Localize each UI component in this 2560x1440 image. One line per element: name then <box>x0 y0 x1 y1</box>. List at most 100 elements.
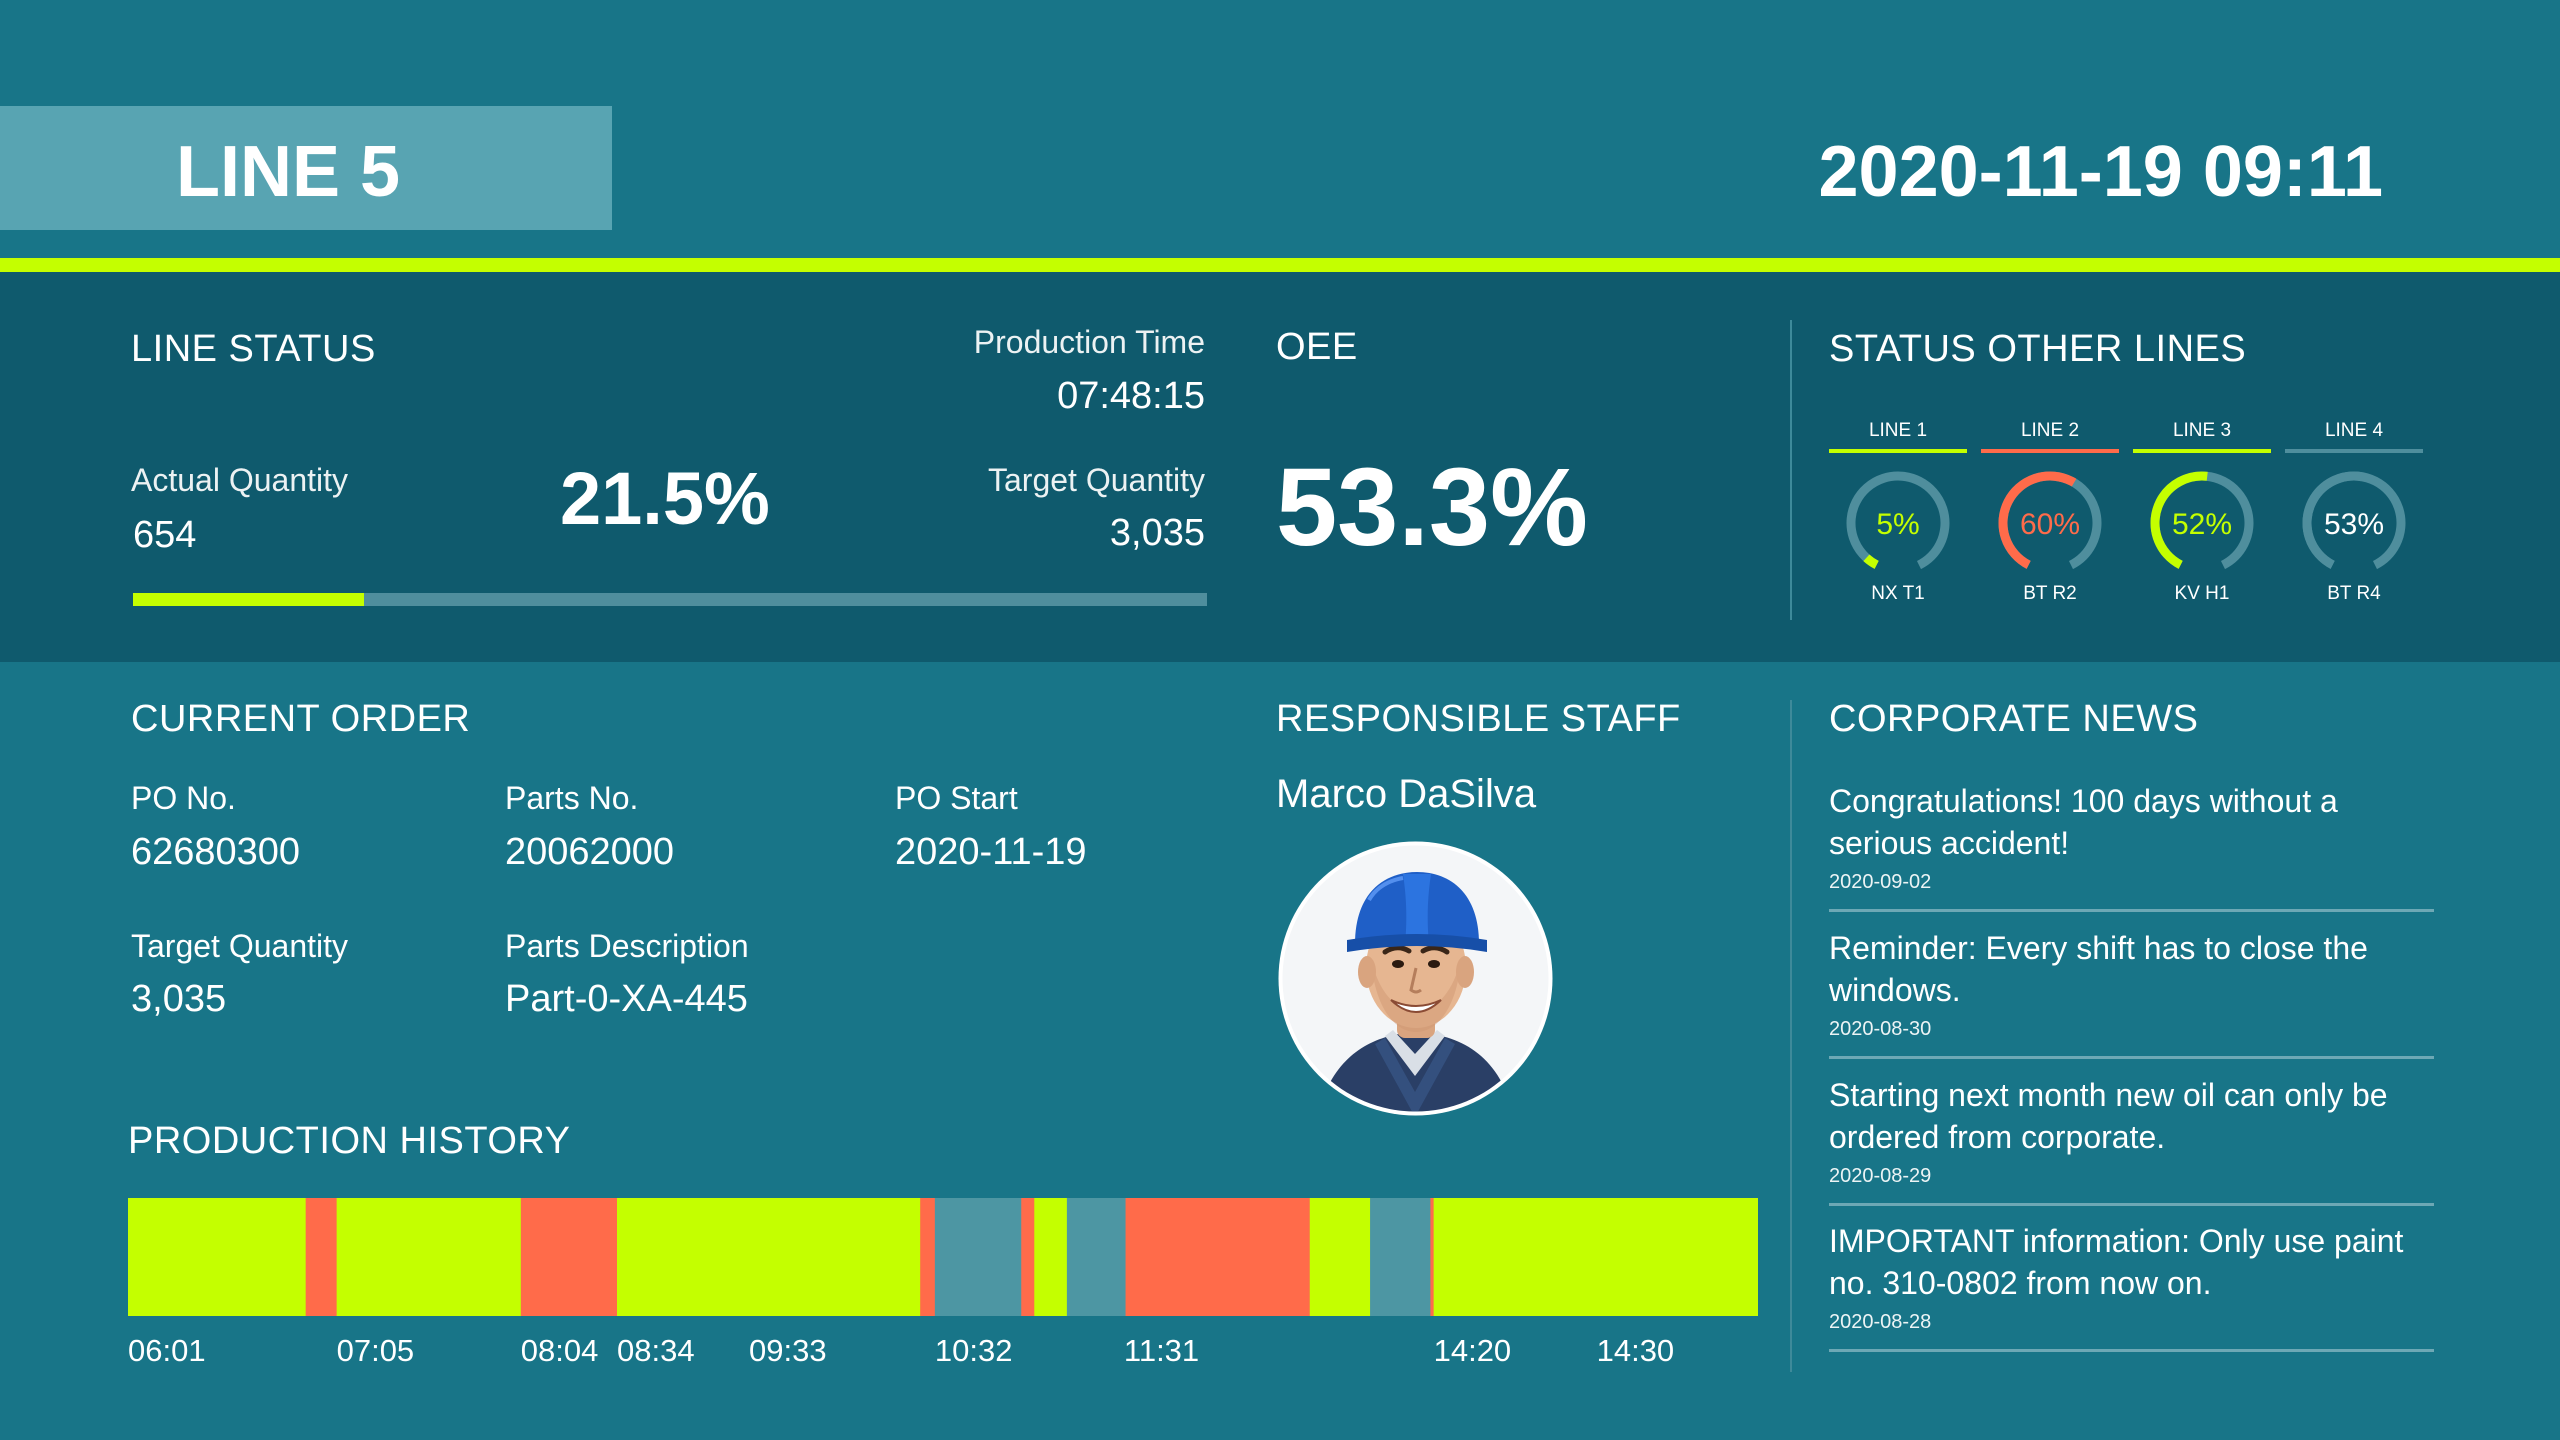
production-time-value: 07:48:15 <box>1057 375 1205 417</box>
news-date: 2020-08-29 <box>1829 1165 1932 1187</box>
production-history-title: PRODUCTION HISTORY <box>128 1120 571 1162</box>
completion-percent: 21.5% <box>560 457 770 540</box>
history-segment-stopped <box>520 1198 618 1316</box>
other-line-underline <box>1981 449 2119 453</box>
news-item[interactable]: Starting next month new oil can only be … <box>1829 1074 2434 1190</box>
quantity-progress-bar <box>133 593 1207 606</box>
production-time-label: Production Time <box>973 324 1205 360</box>
other-line-underline <box>1829 449 1967 453</box>
history-segment-stopped <box>305 1198 338 1316</box>
other-line-code: BT R2 <box>2023 583 2077 604</box>
history-tick-label: 08:04 <box>521 1333 599 1368</box>
other-line-code: BT R4 <box>2327 583 2381 604</box>
other-line-name: LINE 3 <box>2172 420 2232 441</box>
news-date: 2020-08-28 <box>1829 1311 1932 1333</box>
gauge-value: 52% <box>2172 508 2232 541</box>
accent-divider <box>0 258 2560 272</box>
target-quantity-label: Target Quantity <box>988 462 1205 498</box>
history-tick-label: 10:32 <box>935 1333 1013 1368</box>
other-line-1: LINE 1 5% NX T1 <box>1829 418 1967 607</box>
other-line-name: LINE 4 <box>2324 420 2384 441</box>
line-title: LINE 5 <box>176 132 401 212</box>
corporate-news-title: CORPORATE NEWS <box>1829 698 2199 740</box>
history-segment-idle <box>934 1198 1022 1316</box>
gauge-value: 53% <box>2324 508 2384 541</box>
history-tick-label: 14:20 <box>1434 1333 1512 1368</box>
history-segment-running <box>128 1198 307 1316</box>
other-line-code: NX T1 <box>1871 583 1925 604</box>
news-item[interactable]: IMPORTANT information: Only use paint no… <box>1829 1220 2434 1336</box>
responsible-staff-title: RESPONSIBLE STAFF <box>1276 698 1681 740</box>
other-line-name: LINE 1 <box>1868 420 1928 441</box>
other-line-underline <box>2133 449 2271 453</box>
gauge-value: 5% <box>1876 508 1919 541</box>
other-line-gauge: 5% <box>1846 471 1950 575</box>
worker-portrait-icon <box>1278 841 1553 1116</box>
news-item[interactable]: Congratulations! 100 days without a seri… <box>1829 780 2434 896</box>
history-segment-running <box>336 1198 522 1316</box>
oee-title: OEE <box>1276 326 1358 368</box>
other-line-code: KV H1 <box>2174 583 2230 604</box>
vertical-divider <box>1790 700 1792 1372</box>
actual-quantity-value: 654 <box>133 514 197 556</box>
gauge-value: 60% <box>2020 508 2080 541</box>
history-segment-running <box>1034 1198 1068 1316</box>
history-tick-label: 14:30 <box>1597 1333 1675 1368</box>
vertical-divider <box>1790 320 1792 620</box>
order-target-quantity-value: 3,035 <box>131 978 227 1020</box>
news-divider <box>1829 1203 2434 1206</box>
quantity-progress-fill <box>133 593 364 606</box>
history-segment-running <box>617 1198 750 1316</box>
current-order-title: CURRENT ORDER <box>131 698 471 740</box>
clock: 2020-11-19 09:11 <box>1818 132 2383 212</box>
other-line-gauge: 53% <box>2302 471 2406 575</box>
other-line-underline <box>2285 449 2423 453</box>
news-text: Reminder: Every shift has to close the w… <box>1829 930 2368 1008</box>
po-no-label: PO No. <box>131 780 236 816</box>
news-divider <box>1829 1349 2434 1352</box>
history-segment-stopped <box>920 1198 936 1316</box>
po-start-label: PO Start <box>895 780 1018 816</box>
oee-value: 53.3% <box>1276 446 1588 569</box>
other-line-gauge: 52% <box>2150 471 2254 575</box>
production-history-timeline: 06:01 07:05 08:04 08:34 09:33 10:32 11:31 14:20… <box>128 1198 1759 1368</box>
news-divider <box>1829 1056 2434 1059</box>
other-line-gauge: 60% <box>1998 471 2102 575</box>
history-segment-running <box>1309 1198 1371 1316</box>
target-quantity-value: 3,035 <box>1109 512 1205 554</box>
staff-name: Marco DaSilva <box>1276 772 1537 816</box>
po-start-value: 2020-11-19 <box>895 831 1087 873</box>
news-text: Congratulations! 100 days without a seri… <box>1829 783 2338 861</box>
other-line-2: LINE 2 60% BT R2 <box>1981 418 2119 607</box>
order-target-quantity-label: Target Quantity <box>131 928 348 964</box>
other-line-4: LINE 4 53% BT R4 <box>2285 418 2423 607</box>
history-tick-label: 08:34 <box>617 1333 695 1368</box>
history-segment-stopped <box>1430 1198 1435 1316</box>
other-line-name: LINE 2 <box>2020 420 2080 441</box>
news-text: IMPORTANT information: Only use paint no… <box>1829 1223 2404 1301</box>
other-line-3: LINE 3 52% KV H1 <box>2133 418 2271 607</box>
history-segment-running <box>749 1198 921 1316</box>
news-text: Starting next month new oil can only be … <box>1829 1077 2388 1155</box>
history-tick-label: 09:33 <box>749 1333 827 1368</box>
news-date: 2020-09-02 <box>1829 871 1932 893</box>
history-segment-idle <box>1066 1198 1127 1316</box>
history-segment-running <box>1433 1198 1598 1316</box>
history-tick-label: 07:05 <box>337 1333 415 1368</box>
parts-no-value: 20062000 <box>505 831 675 873</box>
news-divider <box>1829 909 2434 912</box>
parts-description-value: Part-0-XA-445 <box>505 978 748 1020</box>
history-segment-stopped <box>1125 1198 1311 1316</box>
history-segment-idle <box>1370 1198 1431 1316</box>
other-lines-title: STATUS OTHER LINES <box>1829 328 2247 370</box>
history-segment-stopped <box>1021 1198 1035 1316</box>
parts-description-label: Parts Description <box>505 928 749 964</box>
news-date: 2020-08-30 <box>1829 1018 1932 1040</box>
actual-quantity-label: Actual Quantity <box>131 462 348 498</box>
parts-no-label: Parts No. <box>505 780 639 816</box>
line-status-title: LINE STATUS <box>131 328 376 370</box>
production-history-chart: 06:01 07:05 08:04 08:34 09:33 10:32 11:31 14:20… <box>128 1198 1759 1383</box>
po-no-value: 62680300 <box>131 831 301 873</box>
staff-avatar <box>1277 840 1554 1117</box>
news-item[interactable]: Reminder: Every shift has to close the w… <box>1829 927 2434 1043</box>
